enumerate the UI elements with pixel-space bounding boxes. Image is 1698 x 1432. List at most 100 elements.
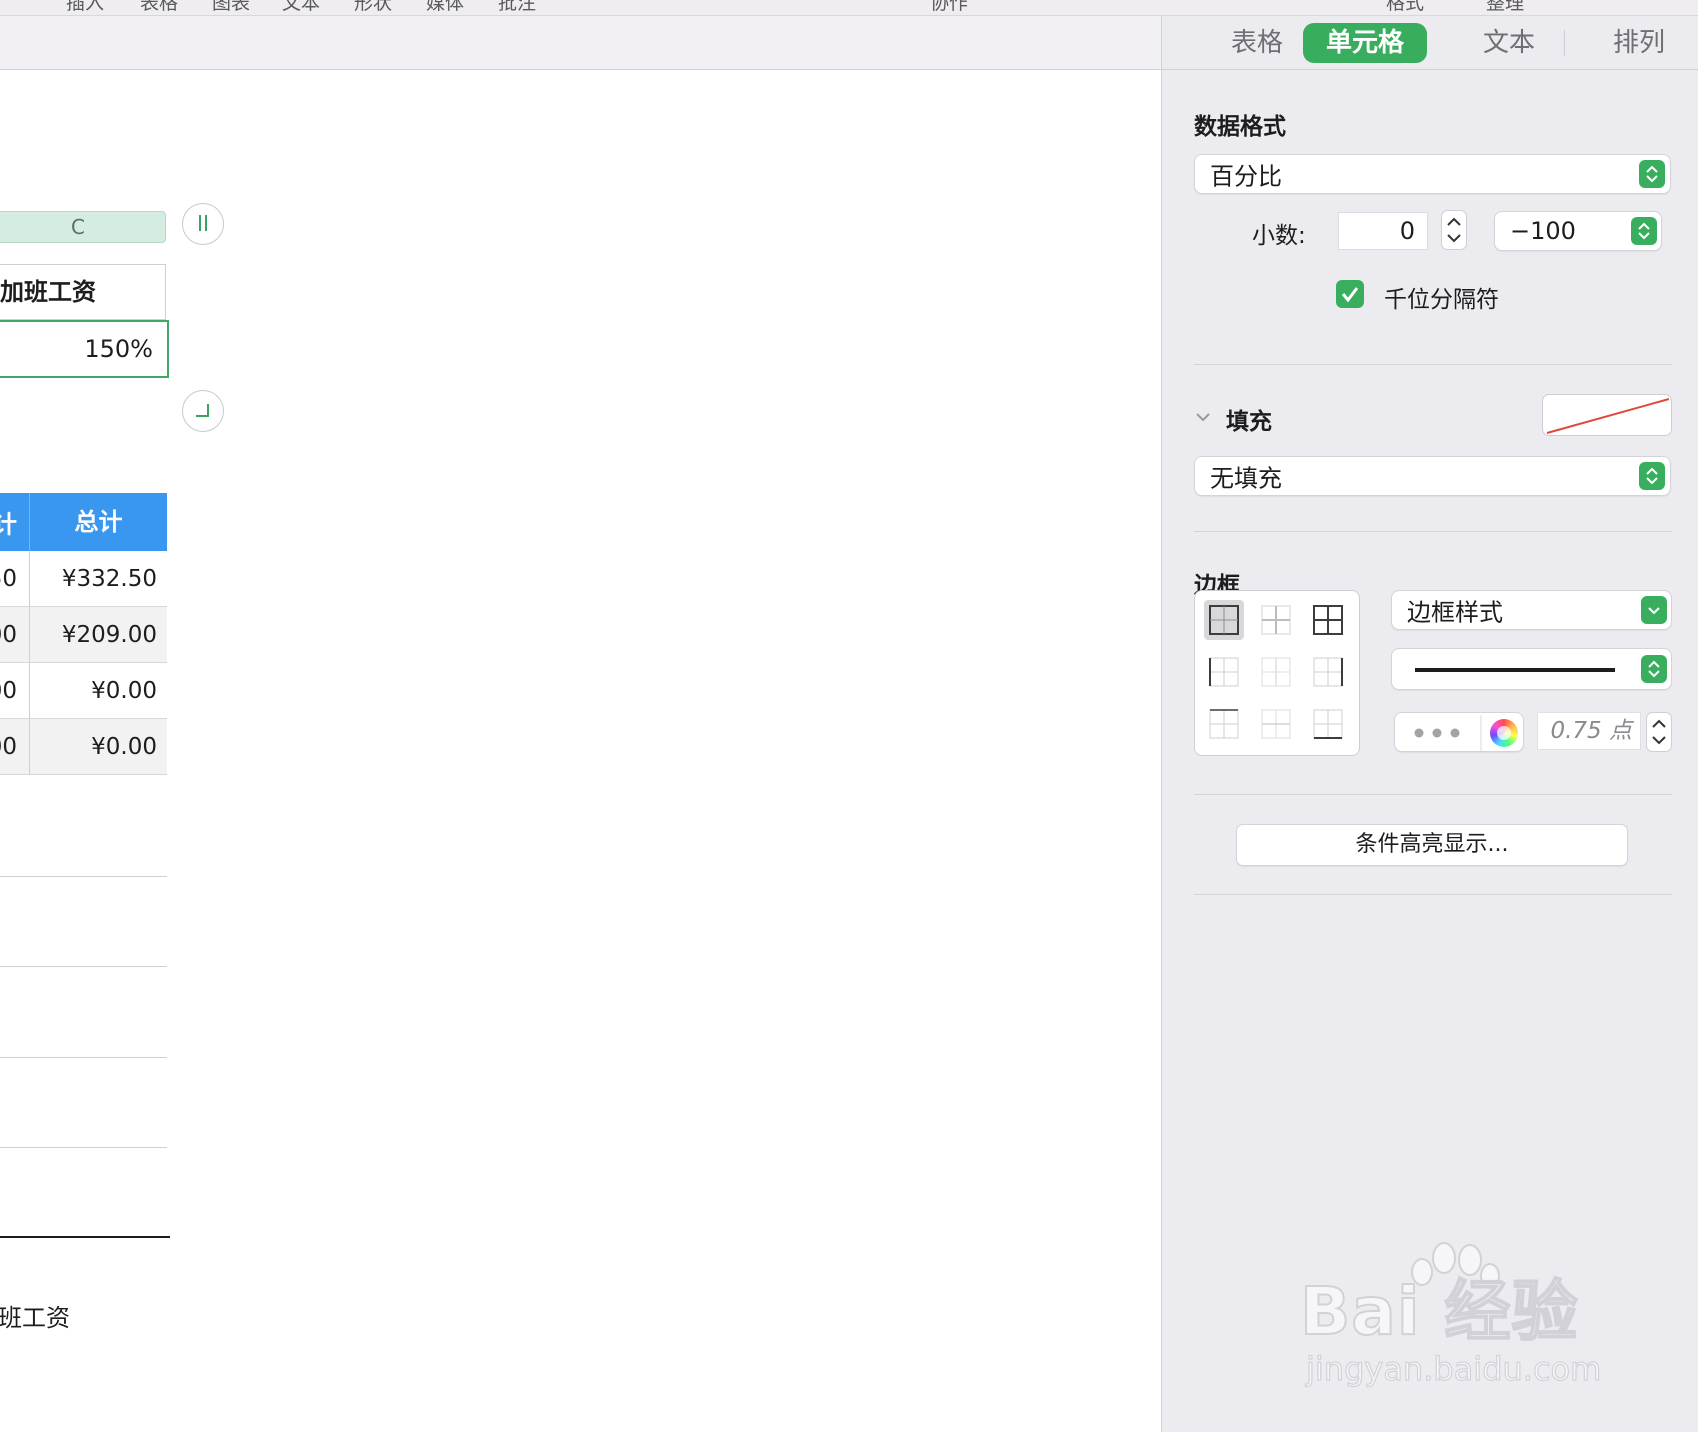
thousands-separator-label: 千位分隔符 xyxy=(1384,287,1499,313)
popup-stepper-icon xyxy=(1639,462,1665,490)
negative-format-popup[interactable]: −100 xyxy=(1494,211,1662,251)
decimals-input[interactable]: 0 xyxy=(1338,212,1428,250)
border-all-icon[interactable] xyxy=(1308,600,1348,640)
fill-disclosure-chevron-icon[interactable] xyxy=(1194,408,1212,430)
border-bottom-icon[interactable] xyxy=(1308,704,1348,744)
border-top-icon[interactable] xyxy=(1204,704,1244,744)
row-total-cell[interactable]: ¥209.00 xyxy=(30,607,167,662)
fill-color-well[interactable] xyxy=(1542,394,1672,436)
border-style-label: 边框样式 xyxy=(1407,598,1503,627)
table-resize-handle[interactable] xyxy=(182,390,224,432)
row-left-cell[interactable]: 50 xyxy=(0,551,30,606)
line-style-preview xyxy=(1415,668,1615,672)
cell-bottom-label[interactable]: 班工资 xyxy=(0,1298,70,1333)
border-line-popup[interactable] xyxy=(1391,648,1672,690)
toolbar-format[interactable]: 格式 xyxy=(1386,0,1424,15)
format-inspector: 表格 单元格 文本 排列 数据格式 百分比 小数: 0 −100 千位分隔符 填… xyxy=(1161,16,1698,1432)
decimals-label: 小数: xyxy=(1252,223,1306,249)
border-all-outer-icon[interactable] xyxy=(1204,600,1244,640)
cell-overtime-heading[interactable]: 加班工资 xyxy=(0,264,166,320)
popup-stepper-icon xyxy=(1639,160,1665,188)
total-table-header: 计 总计 xyxy=(0,493,167,551)
border-left-icon[interactable] xyxy=(1204,652,1244,692)
toolbar-comment[interactable]: 批注 xyxy=(498,0,536,15)
watermark-url: jingyan.baidu.com xyxy=(1305,1349,1602,1388)
thousands-separator-checkbox[interactable] xyxy=(1336,280,1364,308)
fill-title: 填充 xyxy=(1226,409,1272,435)
row-divider xyxy=(0,1057,167,1058)
row-left-cell[interactable]: 00 xyxy=(0,607,30,662)
cell-selected-value[interactable]: 150% xyxy=(0,320,169,378)
toolbar-strip: 插入 表格 图表 文本 形状 媒体 批注 协作 格式 整理 xyxy=(0,0,1698,16)
canvas-header-bar xyxy=(0,16,1161,70)
border-color-control[interactable] xyxy=(1394,712,1524,752)
row-total-cell[interactable]: ¥0.00 xyxy=(30,663,167,718)
popup-stepper-icon xyxy=(1641,655,1667,683)
header-total-cell[interactable]: 总计 xyxy=(30,493,167,551)
row-left-cell[interactable]: 00 xyxy=(0,663,30,718)
section-divider xyxy=(1194,531,1672,532)
dropdown-chevron-icon xyxy=(1641,596,1667,624)
row-divider-thick xyxy=(0,1236,170,1238)
toolbar-insert[interactable]: 插入 xyxy=(66,0,104,15)
toolbar-shape[interactable]: 形状 xyxy=(354,0,392,15)
color-wheel-icon[interactable] xyxy=(1490,719,1518,747)
row-divider xyxy=(0,966,167,967)
table-row: 00 ¥0.00 xyxy=(0,719,167,775)
border-width-input[interactable]: 0.75 点 xyxy=(1537,712,1641,750)
row-divider xyxy=(0,1147,167,1148)
border-inner-icon[interactable] xyxy=(1256,600,1296,640)
pause-icon xyxy=(199,215,207,231)
data-format-title: 数据格式 xyxy=(1194,114,1286,140)
row-left-text: 00 xyxy=(0,733,17,760)
tab-table[interactable]: 表格 xyxy=(1202,23,1312,63)
border-right-icon[interactable] xyxy=(1308,652,1348,692)
row-total-cell[interactable]: ¥0.00 xyxy=(30,719,167,774)
toolbar-collaborate[interactable]: 协作 xyxy=(930,0,968,15)
row-left-text: 50 xyxy=(0,565,17,592)
toolbar-chart[interactable]: 图表 xyxy=(212,0,250,15)
fill-type-popup[interactable]: 无填充 xyxy=(1194,456,1671,496)
inspector-tabs: 表格 单元格 文本 排列 xyxy=(1162,16,1698,70)
watermark-logo-text: Bai 经验 xyxy=(1299,1272,1579,1351)
fill-type-value: 无填充 xyxy=(1210,464,1282,493)
column-header-c[interactable]: C xyxy=(0,211,166,243)
stepper-arrows-icon xyxy=(1646,712,1672,752)
border-vertical-center-icon[interactable] xyxy=(1256,652,1296,692)
tab-separator xyxy=(1564,30,1565,56)
data-format-value: 百分比 xyxy=(1210,162,1282,191)
tab-cell[interactable]: 单元格 xyxy=(1303,23,1427,63)
toolbar-text[interactable]: 文本 xyxy=(282,0,320,15)
table-row: 50 ¥332.50 xyxy=(0,551,167,607)
header-left-text: 计 xyxy=(0,505,17,540)
stepper-arrows-icon xyxy=(1441,210,1467,250)
toolbar-arrange[interactable]: 整理 xyxy=(1486,0,1524,15)
tab-arrange[interactable]: 排列 xyxy=(1584,23,1694,63)
header-left-cell: 计 xyxy=(0,493,30,551)
border-style-popup[interactable]: 边框样式 xyxy=(1391,590,1672,630)
section-divider xyxy=(1194,894,1672,895)
section-divider xyxy=(1194,364,1672,365)
no-fill-swatch-icon xyxy=(1546,398,1670,434)
table-row: 00 ¥209.00 xyxy=(0,607,167,663)
conditional-highlight-button[interactable]: 条件高亮显示... xyxy=(1236,824,1628,866)
border-horizontal-center-icon[interactable] xyxy=(1256,704,1296,744)
row-divider xyxy=(0,876,167,877)
border-selector-grid xyxy=(1194,590,1360,756)
row-left-text: 00 xyxy=(0,621,17,648)
toolbar-media[interactable]: 媒体 xyxy=(426,0,464,15)
tab-text[interactable]: 文本 xyxy=(1454,23,1564,63)
decimals-stepper[interactable] xyxy=(1441,210,1467,250)
border-width-stepper[interactable] xyxy=(1646,712,1672,752)
row-total-cell[interactable]: ¥332.50 xyxy=(30,551,167,606)
negative-format-value: −100 xyxy=(1510,217,1576,245)
data-format-popup[interactable]: 百分比 xyxy=(1194,154,1671,194)
popup-stepper-icon xyxy=(1631,217,1657,245)
total-table: 计 总计 50 ¥332.50 00 ¥209.00 00 ¥0.00 00 ¥… xyxy=(0,493,167,775)
column-resize-handle[interactable] xyxy=(182,203,224,245)
sheet-canvas[interactable]: C 加班工资 150% 计 总计 50 ¥332.50 00 ¥209.00 0… xyxy=(0,70,1161,1432)
row-left-cell[interactable]: 00 xyxy=(0,719,30,774)
row-left-text: 00 xyxy=(0,677,17,704)
toolbar-table[interactable]: 表格 xyxy=(140,0,178,15)
section-divider xyxy=(1194,794,1672,795)
